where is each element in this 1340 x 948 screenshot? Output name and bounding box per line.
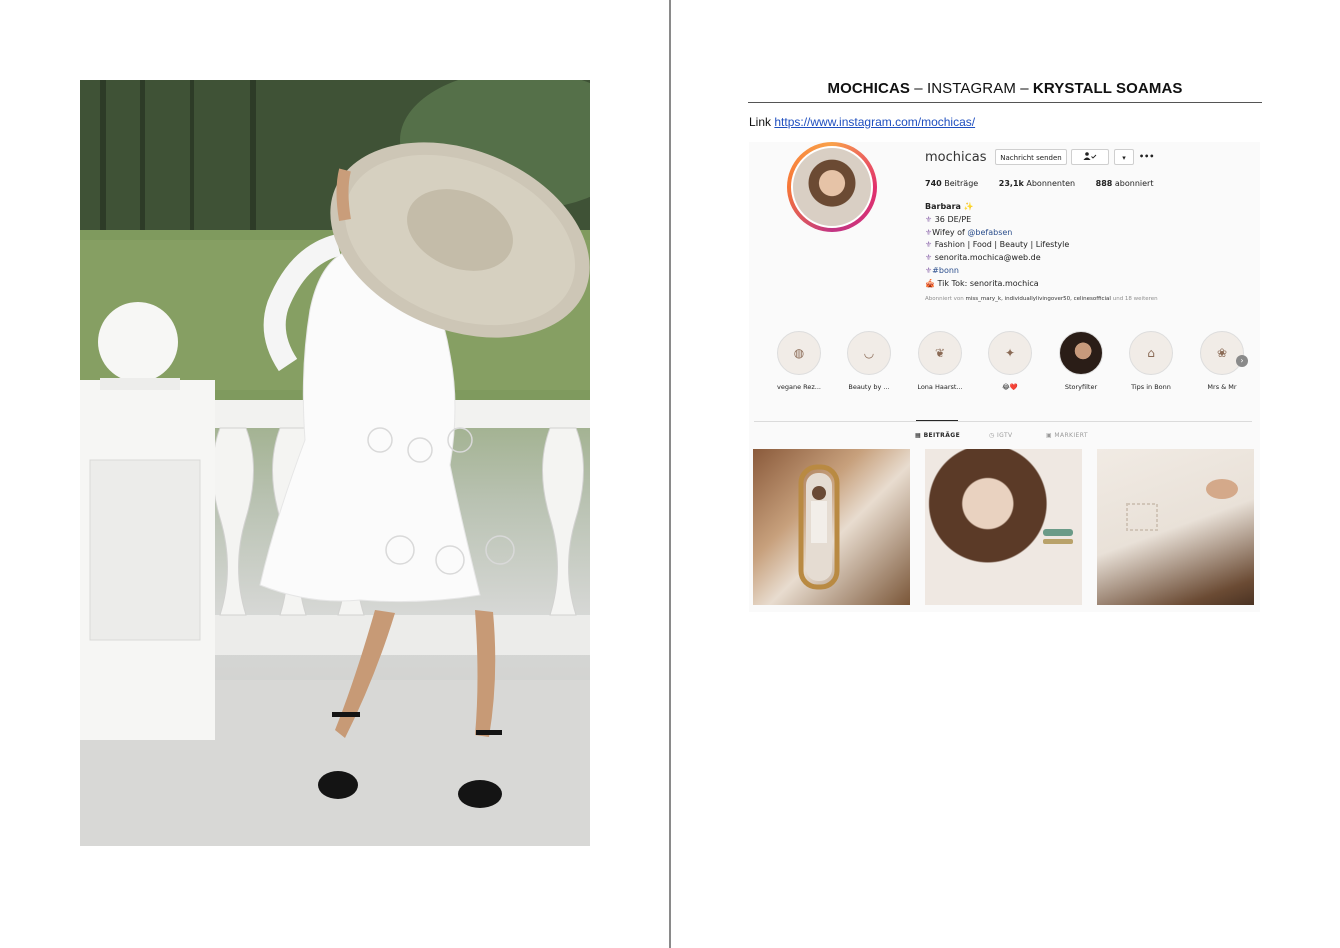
title-brand: MOCHICAS xyxy=(827,80,910,97)
sparkle-icon: ✨ xyxy=(963,202,974,211)
highlight-label: vegane Rez... xyxy=(777,383,821,391)
link-line: Link https://www.instagram.com/mochicas/ xyxy=(749,115,975,129)
story-highlight[interactable]: ❦ Lona Haarst... xyxy=(908,331,972,391)
highlight-label: Tips in Bonn xyxy=(1131,383,1171,391)
story-highlight[interactable]: ◍ vegane Rez... xyxy=(767,331,831,391)
bio-mention-link[interactable]: @befabsen xyxy=(967,228,1012,237)
bio-email: senorita.mochica@web.de xyxy=(934,253,1041,263)
bio-line: Fashion | Food | Beauty | Lifestyle xyxy=(934,240,1070,250)
fleur-icon: ⚜ xyxy=(925,240,933,250)
highlight-cover: ⌂ xyxy=(1129,331,1173,375)
tab-igtv[interactable]: ◷ IGTV xyxy=(989,432,1013,439)
fleur-icon: ⚜ xyxy=(925,214,933,224)
stat-posts[interactable]: 740 Beiträge xyxy=(925,179,978,188)
more-options-button[interactable]: ••• xyxy=(1139,149,1155,165)
highlight-cover: ◡ xyxy=(847,331,891,375)
story-highlight[interactable]: Storyfilter xyxy=(1049,331,1113,391)
story-highlight[interactable]: ◡ Beauty by ... xyxy=(837,331,901,391)
story-highlight[interactable]: ✦ 😂❤️ xyxy=(978,331,1042,391)
fashion-photo xyxy=(80,80,590,846)
title-underline xyxy=(748,102,1262,103)
chevron-down-icon: ▾ xyxy=(1122,154,1126,162)
photo-illustration xyxy=(80,80,590,846)
suggestions-dropdown-button[interactable]: ▾ xyxy=(1114,149,1134,165)
profile-username: mochicas xyxy=(925,150,987,165)
highlight-label: 😂❤️ xyxy=(1002,383,1018,391)
title-product: KRYSTALL SOAMAS xyxy=(1032,80,1183,97)
title-separator: – xyxy=(1015,80,1033,97)
title-separator: – xyxy=(909,80,927,97)
story-highlight[interactable]: ⌂ Tips in Bonn xyxy=(1119,331,1183,391)
page-divider xyxy=(669,0,671,948)
highlight-cover: ❦ xyxy=(918,331,962,375)
tabs-divider xyxy=(754,421,1252,422)
bio-hashtag-link[interactable]: #bonn xyxy=(932,266,959,275)
post-image xyxy=(1043,529,1073,544)
profile-bio: Barbara ✨ ⚜ 36 DE/PE ⚜ Wifey of @befabsen… xyxy=(925,201,1069,291)
following-button[interactable] xyxy=(1071,149,1109,165)
post-image xyxy=(1126,479,1238,531)
instagram-link[interactable]: https://www.instagram.com/mochicas/ xyxy=(774,115,975,129)
highlight-label: Lona Haarst... xyxy=(917,383,963,391)
followed-by[interactable]: Abonniert von miss_mary_k, individuallyl… xyxy=(925,296,1158,302)
fleur-icon: ⚜ xyxy=(925,253,933,263)
stat-followers[interactable]: 23,1k Abonnenten xyxy=(999,179,1075,188)
person-check-icon xyxy=(1083,152,1097,160)
highlights-next-button[interactable]: › xyxy=(1236,355,1248,367)
tab-posts[interactable]: ▦ BEITRÄGE xyxy=(915,432,960,439)
highlight-cover: ✦ xyxy=(988,331,1032,375)
stat-following[interactable]: 888 abonniert xyxy=(1096,179,1154,188)
link-label: Link xyxy=(749,115,772,129)
tab-tagged[interactable]: ▣ MARKIERT xyxy=(1046,432,1088,439)
highlight-label: Storyfilter xyxy=(1064,383,1098,391)
bio-line: 36 DE/PE xyxy=(934,214,972,224)
highlight-cover xyxy=(1059,331,1103,375)
post-image xyxy=(798,464,840,590)
chevron-right-icon: › xyxy=(1240,356,1244,365)
bio-name: Barbara xyxy=(925,202,961,211)
post-thumbnail[interactable] xyxy=(925,449,1082,605)
highlight-cover: ❀ xyxy=(1200,331,1244,375)
igtv-icon: ◷ xyxy=(989,432,995,439)
document-title: MOCHICAS – INSTAGRAM – KRYSTALL SOAMAS xyxy=(748,80,1262,97)
post-thumbnail[interactable] xyxy=(1097,449,1254,605)
title-platform: INSTAGRAM xyxy=(926,80,1016,97)
tag-icon: ▣ xyxy=(1046,432,1053,439)
circus-tent-icon: 🎪 xyxy=(925,278,935,288)
grid-icon: ▦ xyxy=(915,432,922,439)
highlight-cover: ◍ xyxy=(777,331,821,375)
avatar-story-ring[interactable] xyxy=(787,142,877,232)
instagram-profile-screenshot: mochicas Nachricht senden ▾ ••• 740 Beit… xyxy=(749,142,1260,612)
more-dots-icon: ••• xyxy=(1139,152,1155,161)
post-thumbnail[interactable] xyxy=(753,449,910,605)
send-message-button[interactable]: Nachricht senden xyxy=(995,149,1067,165)
profile-stats: 740 Beiträge 23,1k Abonnenten 888 abonni… xyxy=(925,179,1171,188)
avatar xyxy=(791,146,873,228)
highlight-label: Beauty by ... xyxy=(848,383,890,391)
bio-line: Tik Tok: senorita.mochica xyxy=(937,278,1039,288)
highlight-label: Mrs & Mr xyxy=(1207,383,1237,391)
bio-line: Wifey of xyxy=(932,227,968,237)
active-tab-indicator xyxy=(916,420,958,421)
